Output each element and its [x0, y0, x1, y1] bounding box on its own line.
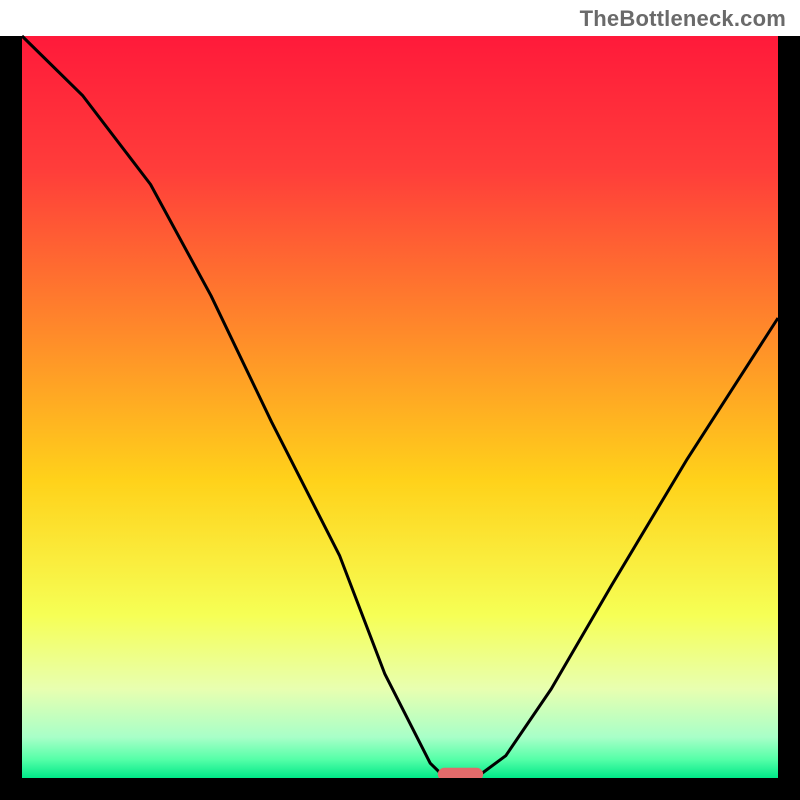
chart-container: TheBottleneck.com: [0, 0, 800, 800]
bottleneck-chart: [0, 0, 800, 800]
gradient-background: [22, 36, 778, 778]
frame-bottom: [0, 778, 800, 800]
watermark-text: TheBottleneck.com: [580, 6, 786, 32]
frame-left: [0, 36, 22, 800]
frame-right: [778, 36, 800, 800]
